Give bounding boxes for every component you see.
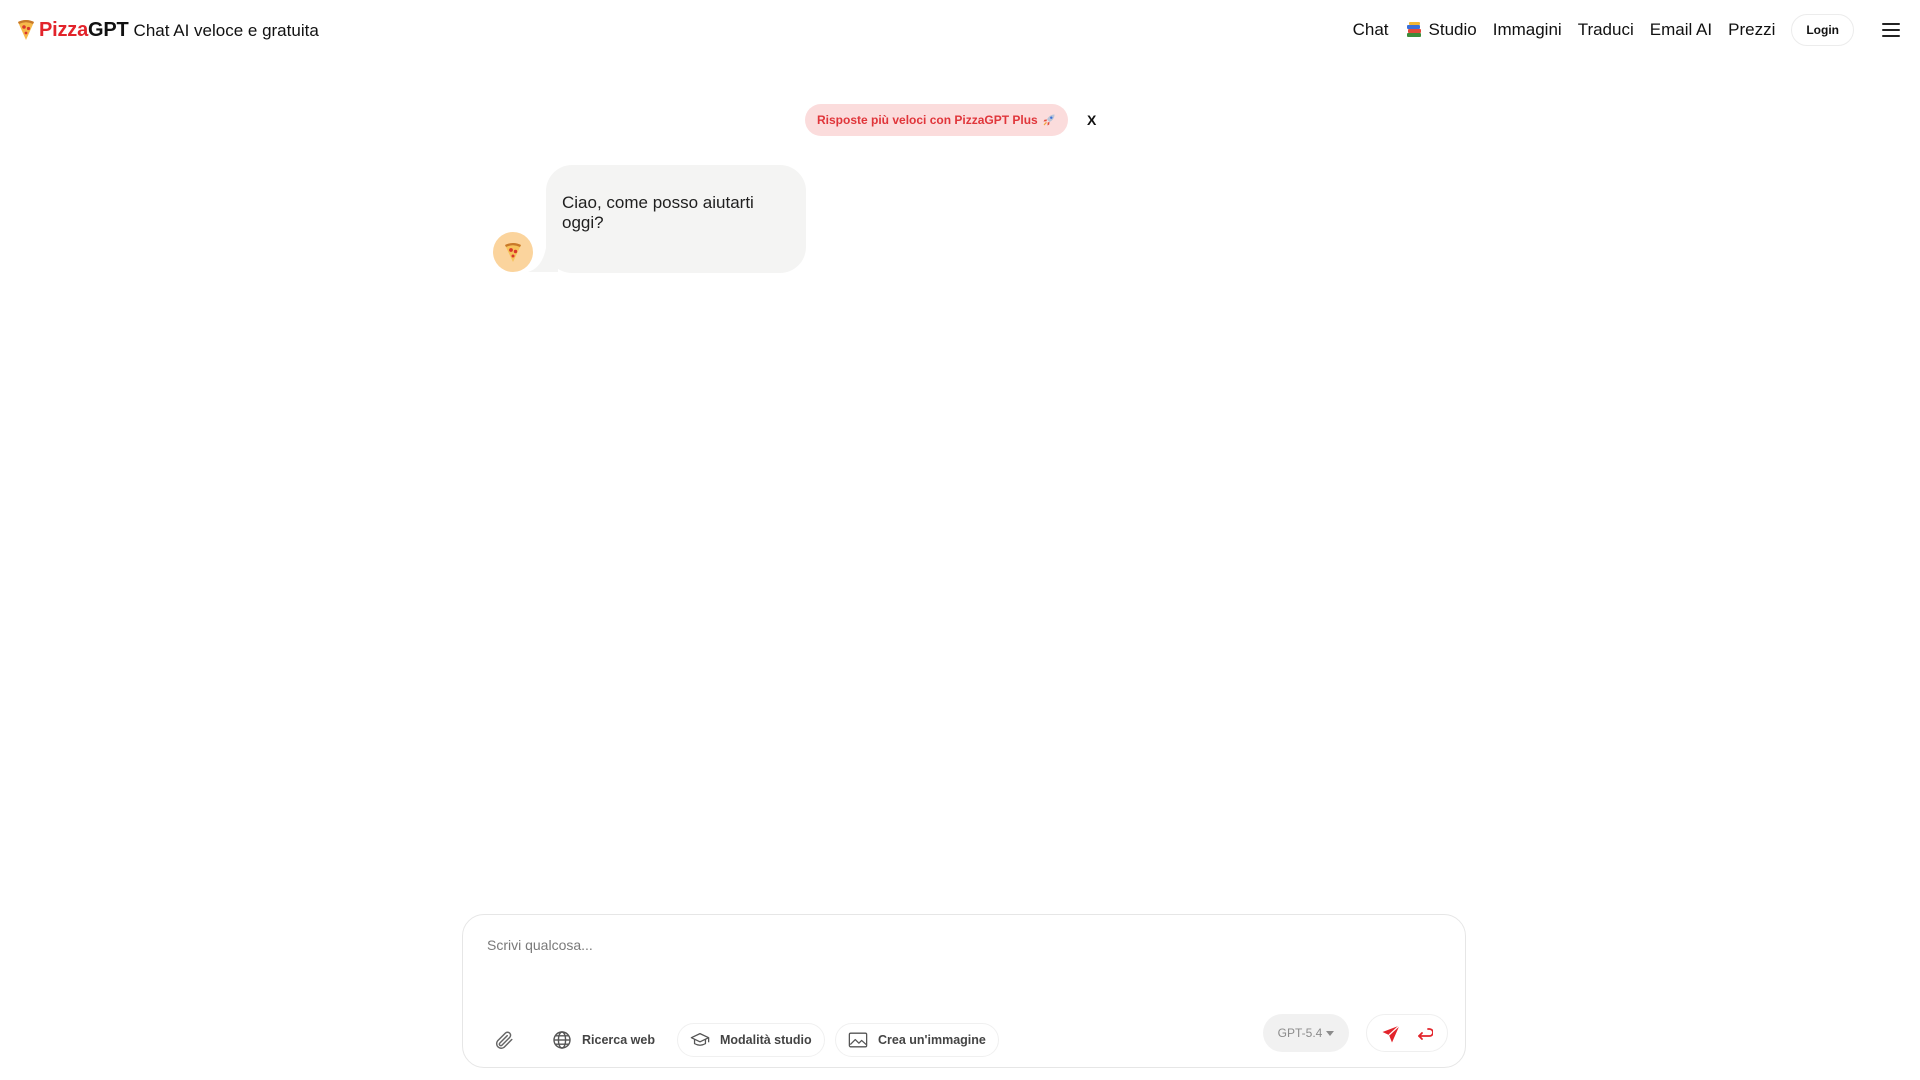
nav-studio[interactable]: Studio	[1405, 20, 1477, 40]
nav-images[interactable]: Immagini	[1493, 20, 1562, 40]
image-icon	[848, 1032, 868, 1048]
brand-logo[interactable]: PizzaGPT Chat AI veloce e gratuita	[16, 16, 319, 44]
brand-name-gpt: GPT	[88, 18, 129, 41]
main-nav: Chat Studio Immagini Traduci Email AI Pr…	[1337, 14, 1900, 46]
promo-close-button[interactable]: X	[1087, 110, 1096, 130]
nav-chat[interactable]: Chat	[1353, 20, 1389, 40]
message-composer: Ricerca web Modalità studio Crea un'imma…	[462, 914, 1466, 1068]
message-input[interactable]	[485, 935, 1425, 995]
create-image-label: Crea un'immagine	[878, 1033, 986, 1047]
top-header: PizzaGPT Chat AI veloce e gratuita Chat …	[0, 0, 1920, 62]
pizza-slice-icon	[18, 20, 34, 40]
globe-icon	[553, 1031, 571, 1049]
nav-studio-label: Studio	[1428, 20, 1477, 39]
chevron-down-icon	[1326, 1030, 1335, 1036]
create-image-button[interactable]: Crea un'immagine	[835, 1023, 999, 1057]
promo-banner[interactable]: Risposte più veloci con PizzaGPT Plus	[805, 104, 1068, 136]
paperclip-icon[interactable]	[493, 1029, 515, 1051]
books-icon	[1406, 22, 1421, 37]
model-selector-label: GPT-5.4	[1277, 1026, 1323, 1040]
login-button[interactable]: Login	[1791, 14, 1854, 46]
nav-email-ai[interactable]: Email AI	[1650, 20, 1712, 40]
send-controls	[1366, 1014, 1448, 1052]
brand-name: PizzaGPT	[39, 19, 129, 42]
model-selector[interactable]: GPT-5.4	[1263, 1014, 1349, 1052]
assistant-avatar	[493, 232, 533, 272]
paper-plane-icon[interactable]	[1381, 1024, 1401, 1044]
rocket-icon	[1043, 114, 1055, 126]
assistant-message-text: Ciao, come posso aiutarti oggi?	[562, 193, 754, 232]
pizza-slice-icon	[505, 243, 521, 262]
brand-name-pizza: Pizza	[39, 18, 89, 41]
study-mode-button[interactable]: Modalità studio	[677, 1023, 825, 1057]
web-search-button[interactable]: Ricerca web	[539, 1023, 668, 1057]
nav-translate[interactable]: Traduci	[1578, 20, 1634, 40]
study-mode-label: Modalità studio	[720, 1033, 812, 1047]
assistant-message-bubble: Ciao, come posso aiutarti oggi?	[546, 165, 806, 273]
promo-text: Risposte più veloci con PizzaGPT Plus	[817, 113, 1038, 127]
graduation-cap-icon	[690, 1033, 710, 1046]
return-arrow-icon[interactable]	[1415, 1025, 1433, 1043]
hamburger-menu-icon[interactable]	[1882, 23, 1900, 37]
nav-pricing[interactable]: Prezzi	[1728, 20, 1775, 40]
brand-tagline: Chat AI veloce e gratuita	[133, 21, 319, 40]
web-search-label: Ricerca web	[582, 1033, 655, 1047]
